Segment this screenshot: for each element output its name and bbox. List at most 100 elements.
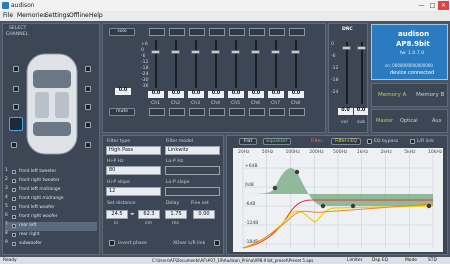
channel-row[interactable]: 6 front right woofer (5, 213, 97, 222)
fader-track-ch3[interactable] (195, 40, 197, 88)
status-ready: Ready (3, 258, 17, 263)
drc-vol-track[interactable] (346, 42, 348, 104)
filter-button[interactable]: Filter (311, 139, 322, 144)
status-limiter: Limiter (347, 258, 363, 263)
filter-type-select[interactable]: High Pass (106, 146, 161, 155)
drc-vol-knob[interactable] (342, 46, 351, 50)
xover-link-checkbox[interactable] (214, 240, 220, 246)
mute-toggle-ch1[interactable] (149, 108, 165, 116)
lop-hz-select[interactable] (165, 166, 220, 175)
memory-panel: Memory A Memory B (371, 83, 448, 107)
channel-row[interactable]: 5 front left woofer (5, 204, 97, 213)
solo-toggle-ch7[interactable] (269, 28, 285, 36)
minimize-button[interactable]: — (416, 1, 427, 10)
delay-label: Delay (166, 201, 180, 206)
fader-track-ch6[interactable] (255, 40, 257, 88)
fader-knob-ch8[interactable] (291, 49, 300, 54)
channel-row[interactable]: 3 front left midrange (5, 186, 97, 195)
mute-button[interactable]: mute (109, 108, 135, 116)
speaker-front-right-tweeter-icon[interactable] (85, 66, 91, 72)
source-master-button[interactable]: Master (376, 118, 393, 124)
drc-sub-knob[interactable] (357, 46, 366, 50)
channel-row-selected[interactable]: 7 rear left (5, 222, 97, 231)
close-button[interactable]: ✕ (438, 1, 449, 10)
solo-toggle-ch3[interactable] (189, 28, 205, 36)
speaker-selected-icon[interactable] (9, 117, 23, 131)
finetune-input[interactable]: 0.00 (193, 210, 215, 219)
mute-toggle-ch3[interactable] (189, 108, 205, 116)
menu-offline[interactable]: Offline (69, 12, 89, 19)
device-fw: fw: 1.0.7.0 (400, 51, 425, 56)
mute-toggle-ch4[interactable] (209, 108, 225, 116)
drc-scale-18: -18 (331, 78, 339, 83)
fader-knob-ch2[interactable] (171, 49, 180, 54)
fader-track-ch2[interactable] (175, 40, 177, 88)
menu-file[interactable]: File (3, 12, 13, 19)
fader-track-ch5[interactable] (235, 40, 237, 88)
hip-slope-select[interactable]: 12 (106, 187, 161, 196)
filter-eq-button[interactable]: Filter+EQ (331, 138, 361, 145)
speaker-front-right-midrange-icon[interactable] (85, 86, 91, 92)
eq-point-2 (294, 169, 300, 175)
lr-link-checkbox[interactable] (410, 139, 415, 144)
source-optical-button[interactable]: Optical (400, 118, 418, 124)
solo-toggle-ch1[interactable] (149, 28, 165, 36)
eq-graph[interactable]: 20Hz 50Hz 100Hz 200Hz 500Hz 1kHz 2kHz 5kHz 10kHz… (233, 148, 443, 252)
distance-cm-input[interactable]: 62.3 (138, 210, 160, 219)
speaker-front-left-tweeter-icon[interactable] (13, 66, 19, 72)
speaker-rear-right-icon[interactable] (85, 122, 91, 128)
drc-sub-track[interactable] (361, 42, 363, 104)
invert-phase-checkbox[interactable] (109, 240, 115, 246)
fader-knob-ch4[interactable] (211, 49, 220, 54)
memory-b-button[interactable]: Memory B (416, 92, 444, 98)
menu-memories[interactable]: Memories (17, 12, 46, 19)
fader-knob-ch1[interactable] (151, 49, 160, 54)
eq-bypass-checkbox[interactable] (367, 139, 372, 144)
fader-track-ch4[interactable] (215, 40, 217, 88)
mute-toggle-ch6[interactable] (249, 108, 265, 116)
channel-row[interactable]: 4 front right midrange (5, 195, 97, 204)
fader-track-ch8[interactable] (295, 40, 297, 88)
channel-row[interactable]: 2 front right tweeter (5, 177, 97, 186)
fader-knob-ch6[interactable] (251, 49, 260, 54)
flat-button[interactable]: Flat (239, 138, 257, 145)
mute-toggle-ch5[interactable] (229, 108, 245, 116)
speaker-front-left-woofer-icon[interactable] (13, 104, 19, 110)
mute-toggle-ch8[interactable] (289, 108, 305, 116)
mute-toggle-ch2[interactable] (169, 108, 185, 116)
memory-a-button[interactable]: Memory A (378, 92, 406, 98)
channel-row[interactable]: 9 subwoofer (5, 240, 97, 249)
hip-hz-select[interactable]: 80 (106, 166, 161, 175)
freq-tick-label: 100Hz (286, 149, 301, 155)
equalizer-button[interactable]: Equalizer (263, 138, 291, 145)
fader-knob-ch7[interactable] (271, 49, 280, 54)
fader-knob-ch5[interactable] (231, 49, 240, 54)
solo-button[interactable]: solo (109, 28, 135, 36)
filter-model-select[interactable]: Linkwitz (165, 146, 220, 155)
delay-input[interactable]: 1.75 (165, 210, 187, 219)
distance-in-input[interactable]: 24.5 (106, 210, 128, 219)
fader-track-ch1[interactable] (155, 40, 157, 88)
speaker-front-right-woofer-icon[interactable] (85, 104, 91, 110)
graph-panel: Flat Equalizer Filter Filter+EQ EQ bypas… (226, 135, 448, 255)
speaker-front-left-midrange-icon[interactable] (13, 86, 19, 92)
lop-slope-select[interactable] (165, 187, 220, 196)
menu-settings[interactable]: Settings (45, 12, 70, 19)
solo-toggle-ch4[interactable] (209, 28, 225, 36)
channel-row[interactable]: 1 front left tweeter (5, 168, 97, 177)
speaker-rear-left-icon[interactable] (11, 142, 17, 148)
drc-sub-value: 0.0 (354, 108, 368, 115)
source-aux-button[interactable]: Aux (432, 118, 442, 124)
fader-track-ch7[interactable] (275, 40, 277, 88)
solo-toggle-ch5[interactable] (229, 28, 245, 36)
solo-toggle-ch8[interactable] (289, 28, 305, 36)
channel-row[interactable]: 8 rear right (5, 231, 97, 240)
maximize-button[interactable]: □ (427, 1, 438, 10)
solo-toggle-ch6[interactable] (249, 28, 265, 36)
fader-knob-ch3[interactable] (191, 49, 200, 54)
mute-toggle-ch7[interactable] (269, 108, 285, 116)
menu-help[interactable]: Help (89, 12, 103, 19)
solo-toggle-ch2[interactable] (169, 28, 185, 36)
speaker-subwoofer-icon[interactable] (85, 142, 91, 148)
device-info-panel: audison AP8.9bit fw: 1.0.7.0 sn: 0000000… (371, 24, 448, 80)
